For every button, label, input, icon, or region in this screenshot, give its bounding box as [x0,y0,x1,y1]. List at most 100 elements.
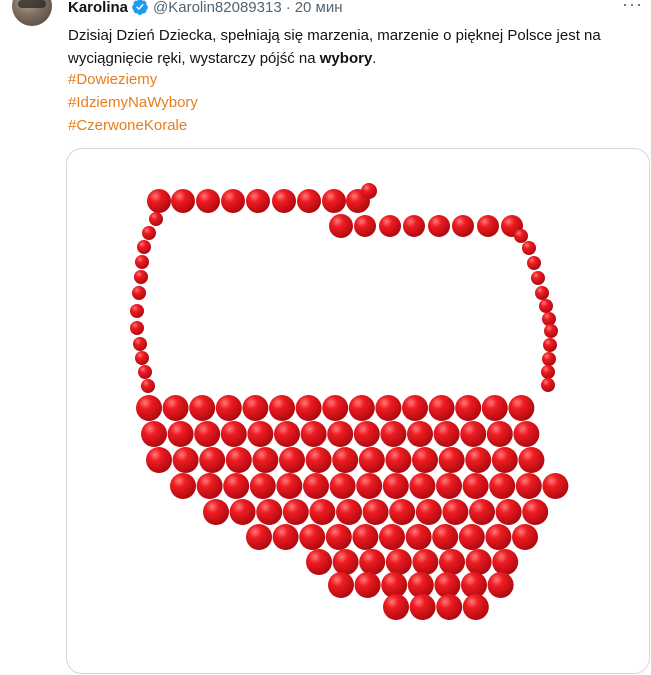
bead [492,549,519,575]
bead [149,212,163,226]
bead [541,365,555,379]
bead [409,594,436,620]
bead [407,421,433,447]
bead [508,395,535,421]
bead [279,447,305,473]
bead [438,447,465,473]
bead [137,240,151,254]
bead [136,395,162,421]
bead [491,447,518,473]
bead [332,447,359,473]
bead [199,447,226,473]
bead [436,473,462,499]
bead [455,395,482,421]
bead [274,421,300,447]
bead [172,447,199,473]
bead [354,572,381,598]
author-handle[interactable]: @Karolin82089313 [153,0,282,16]
bead [135,351,149,365]
bead [256,499,283,525]
bead [142,226,156,240]
bead [130,304,144,318]
bead [433,421,460,447]
bead [409,473,436,499]
bead [361,183,377,199]
bead [379,524,405,550]
hashtag-list: #Dowieziemy #IdziemyNaWybory #CzerwoneKo… [68,68,198,137]
bead [223,473,250,499]
bead [485,524,512,550]
bead [439,549,465,575]
bead [541,378,555,392]
tweet-text: Dzisiaj Dzień Dziecka, spełniają się mar… [68,24,638,70]
bead [407,572,434,598]
bead [535,286,549,300]
hashtag-link[interactable]: #Dowieziemy [68,68,198,91]
bead [403,215,425,237]
bead [303,473,329,499]
bead [252,447,279,473]
bead [309,499,336,525]
bead [221,189,245,213]
bead [352,524,379,550]
bead [461,572,487,598]
tweet-text-bold: wybory [319,50,373,67]
bead [358,447,385,473]
bead [196,189,220,213]
bead [515,473,542,499]
bead [465,447,492,473]
bead [375,395,402,421]
bead [147,189,171,213]
bead [353,421,380,447]
bead [412,549,439,575]
hashtag-link[interactable]: #CzerwoneKorale [68,114,198,137]
bead [385,447,412,473]
bead [412,447,438,473]
bead [336,499,362,525]
bead [171,189,195,213]
bead [542,352,556,366]
bead [276,473,303,499]
avatar[interactable] [12,0,52,26]
author-name[interactable]: Karolina [68,0,128,16]
bead [495,499,522,525]
bead [297,189,321,213]
bead [379,215,401,237]
more-icon[interactable]: ··· [622,0,643,15]
bead [203,499,229,525]
bead [383,594,409,620]
bead [458,524,485,550]
hashtag-link[interactable]: #IdziemyNaWybory [68,91,198,114]
bead [359,549,386,575]
bead [356,473,383,499]
bead [225,447,252,473]
bead [170,473,196,499]
bead [272,524,299,550]
bead [130,321,144,335]
bead [322,189,346,213]
bead [544,324,558,338]
tweet-time[interactable]: 20 мин [295,0,343,16]
bead [542,312,556,326]
bead [272,189,296,213]
bead [306,549,332,575]
tweet-media-image[interactable] [66,148,650,674]
bead [542,473,569,499]
bead [481,395,508,421]
bead [299,524,326,550]
bead [146,447,172,473]
bead [402,395,428,421]
bead [322,395,349,421]
bead [194,421,221,447]
bead [229,499,256,525]
bead [428,395,455,421]
bead [242,395,269,421]
tweet-header: Karolina @Karolin82089313 · 20 мин [68,0,343,16]
bead [246,524,272,550]
bead [162,395,189,421]
bead [415,499,442,525]
bead [141,379,155,393]
bead [428,215,450,237]
bead [189,395,216,421]
bead [167,421,194,447]
